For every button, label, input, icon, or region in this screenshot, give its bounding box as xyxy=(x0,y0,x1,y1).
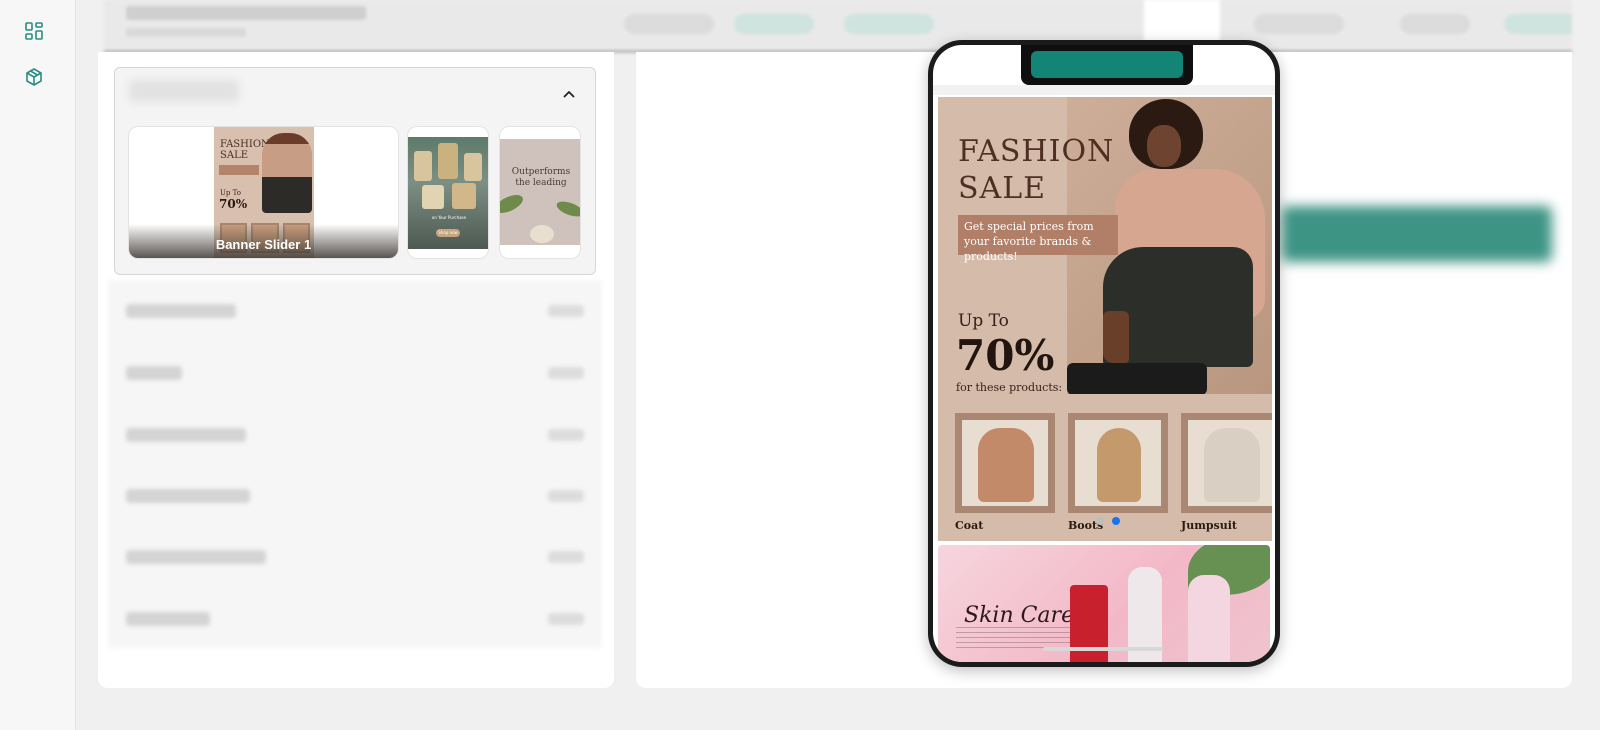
section-title-placeholder xyxy=(129,80,239,102)
header-tab[interactable] xyxy=(734,14,814,34)
settings-rows xyxy=(108,280,602,648)
header-primary-action[interactable] xyxy=(1504,14,1572,34)
header-tab[interactable] xyxy=(844,14,934,34)
settings-row[interactable] xyxy=(126,608,584,630)
mini-caption: on Your Purchase xyxy=(431,215,467,220)
banner-thumbnail-2[interactable]: on Your Purchase Shop now xyxy=(407,126,489,259)
app-header-bar[interactable] xyxy=(1031,51,1183,78)
banner-upto: Up To xyxy=(958,311,1009,331)
chevron-up-icon[interactable] xyxy=(561,86,577,102)
header-action[interactable] xyxy=(1254,14,1344,34)
primary-action-button[interactable] xyxy=(1282,206,1552,262)
dashboard-icon[interactable] xyxy=(24,21,44,41)
settings-row[interactable] xyxy=(126,546,584,568)
settings-row[interactable] xyxy=(126,424,584,446)
banner-title: FASHION SALE xyxy=(958,134,1115,206)
skincare-mini-preview: on Your Purchase Shop now xyxy=(408,137,488,249)
header-title-placeholder xyxy=(126,6,366,20)
banner-section: FASHION SALE Up To 70% Banner Slider 1 o… xyxy=(114,67,596,275)
banner-percent: 70% xyxy=(956,331,1055,380)
product-label-coat: Coat xyxy=(955,519,984,532)
skin-care-title: Skin Care xyxy=(964,603,1075,628)
product-tile-boots[interactable] xyxy=(1068,413,1168,513)
settings-row[interactable] xyxy=(126,362,584,384)
product-image xyxy=(1188,575,1230,662)
floral-mini-preview: Outperforms the leading xyxy=(500,139,580,245)
mini-model-image xyxy=(262,133,312,213)
package-icon[interactable] xyxy=(24,67,44,87)
home-indicator xyxy=(1043,647,1163,651)
carousel-dots xyxy=(1096,517,1126,527)
mini-upto: Up To xyxy=(220,189,241,197)
phone-mockup: FASHION SALE Get special prices from you… xyxy=(928,40,1280,667)
mini-headline: Outperforms the leading xyxy=(511,167,571,188)
skin-care-body xyxy=(956,627,1086,649)
settings-panel: FASHION SALE Up To 70% Banner Slider 1 o… xyxy=(98,52,614,688)
settings-row[interactable] xyxy=(126,300,584,322)
fashion-sale-banner[interactable]: FASHION SALE Get special prices from you… xyxy=(938,97,1272,541)
mini-title: FASHION SALE xyxy=(220,139,270,161)
product-tile-coat[interactable] xyxy=(955,413,1055,513)
header-subtitle-placeholder xyxy=(126,28,246,37)
header-action[interactable] xyxy=(1400,14,1470,34)
mini-percent: 70% xyxy=(219,197,248,211)
skin-care-banner[interactable]: Skin Care xyxy=(938,545,1270,662)
thumbnail-label: Banner Slider 1 xyxy=(215,237,312,252)
banner-for-text: for these products: xyxy=(956,381,1063,394)
banner-subtitle: Get special prices from your favorite br… xyxy=(958,215,1118,263)
header-tab[interactable] xyxy=(624,14,714,34)
carousel-dot[interactable] xyxy=(1096,517,1104,525)
product-tile-jumpsuit[interactable] xyxy=(1181,413,1272,513)
left-rail xyxy=(0,0,76,730)
banner-thumbnail-1[interactable]: FASHION SALE Up To 70% Banner Slider 1 xyxy=(128,126,399,259)
product-label-jumpsuit: Jumpsuit xyxy=(1181,519,1237,532)
status-strip xyxy=(933,85,1275,95)
mini-button: Shop now xyxy=(436,229,460,237)
banner-thumbnail-3[interactable]: Outperforms the leading xyxy=(499,126,581,259)
phone-screen: FASHION SALE Get special prices from you… xyxy=(933,45,1275,662)
phone-notch xyxy=(1021,45,1193,85)
mini-band xyxy=(219,165,259,175)
carousel-dot-active[interactable] xyxy=(1112,517,1120,525)
top-header-bar xyxy=(104,0,1572,52)
settings-row[interactable] xyxy=(126,485,584,507)
